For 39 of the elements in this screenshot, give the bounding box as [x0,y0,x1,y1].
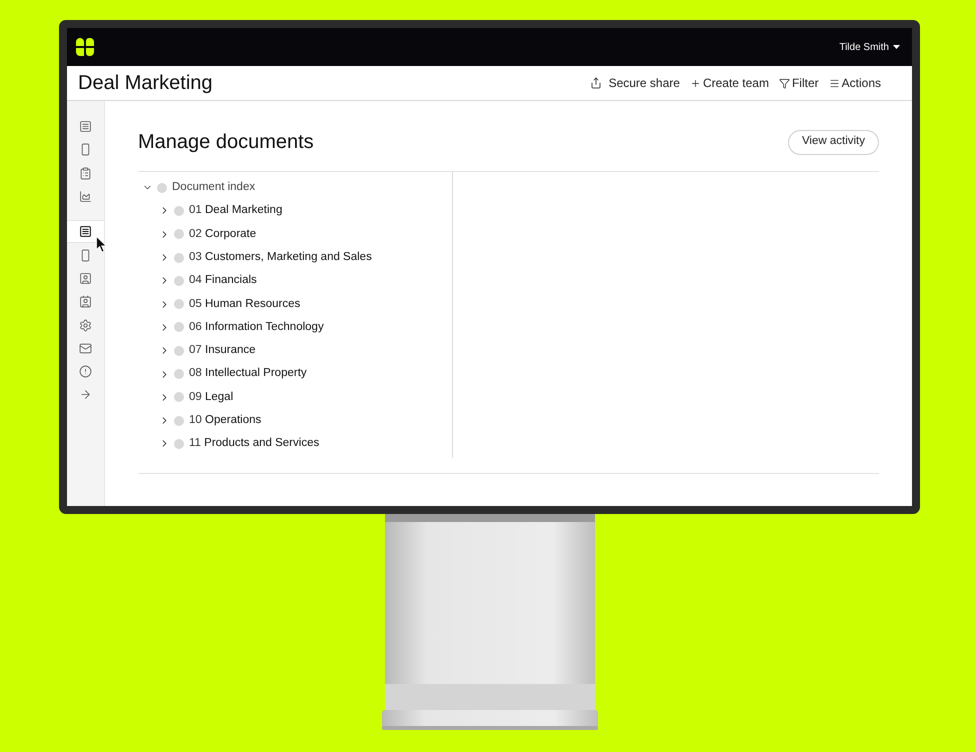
tree-item[interactable]: 05 Human Resources [138,292,452,316]
plus-icon [690,78,701,88]
tablet-icon [79,143,92,156]
mail-icon [79,342,92,355]
tree-item[interactable]: 11 Products and Services [138,432,452,456]
section-title: Manage documents [138,130,314,155]
toolbar-action[interactable]: Create team [690,74,769,92]
tree-item[interactable]: 07 Insurance [138,339,452,362]
list-icon [79,120,92,134]
chart-icon [79,190,92,204]
settings-icon [79,318,92,332]
filter-icon [778,78,790,88]
tablet-icon [79,248,92,262]
logo-icon [75,37,95,57]
tree-item[interactable]: 09 Legal [138,386,452,409]
list-icon [79,225,92,238]
tree-item[interactable]: 06 Information Technology [138,316,452,340]
toolbar-action[interactable]: Actions [828,74,881,92]
toolbar-action[interactable]: Filter [778,74,819,92]
share-icon [590,77,602,89]
user-icon [79,272,92,285]
tree-item[interactable]: 03 Customers, Marketing and Sales [138,246,452,270]
user-menu[interactable]: Tilde Smith [839,40,904,54]
tree-item[interactable]: 02 Corporate [138,222,452,246]
arrow-icon [79,388,92,402]
menu-icon [828,78,840,88]
tree-item[interactable]: 01 Deal Marketing [138,199,452,223]
alert-icon [79,365,92,378]
caret-icon [893,45,900,49]
page-title: Deal Marketing [78,71,213,96]
tree-item[interactable]: Document index [138,176,452,200]
tree-item[interactable]: 10 Operations [138,408,452,432]
clipboard-icon [79,166,92,180]
contacts-icon [79,295,92,308]
tree-item[interactable]: 04 Financials [138,269,452,292]
tree-item[interactable]: 08 Intellectual Property [138,362,452,386]
sidebar-item[interactable] [67,220,104,244]
view-activity-button[interactable]: View activity [788,130,879,154]
toolbar-action[interactable]: Secure share [590,74,680,92]
